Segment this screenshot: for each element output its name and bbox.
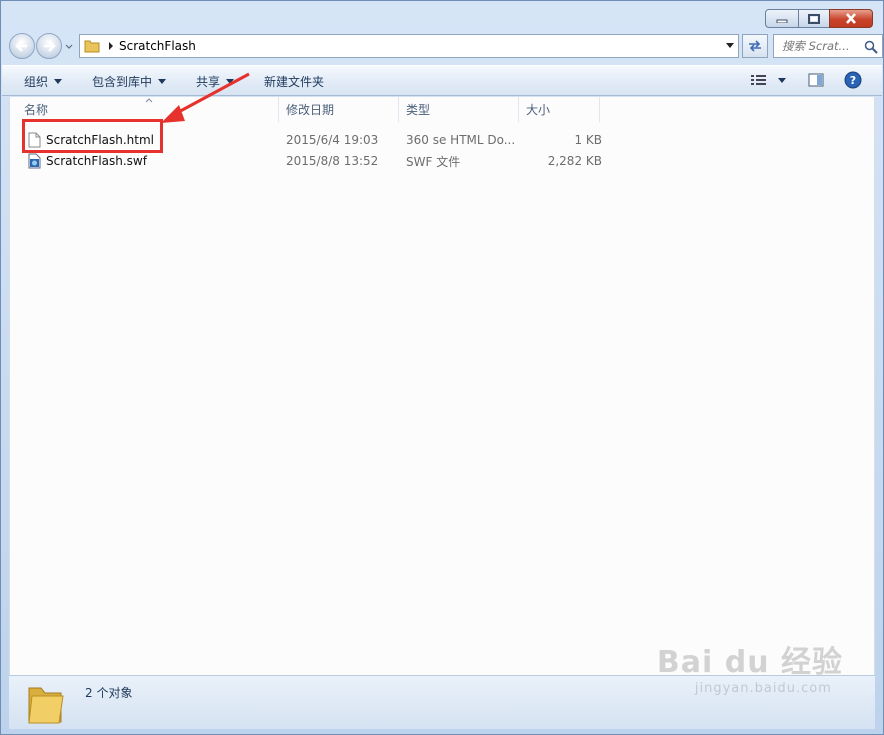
search-box[interactable]: [773, 34, 883, 58]
chevron-down-icon: [54, 79, 63, 84]
back-arrow-icon: [15, 40, 27, 52]
close-button[interactable]: [829, 9, 873, 28]
column-header-date-label: 修改日期: [286, 103, 335, 117]
minimize-button[interactable]: [765, 9, 799, 28]
file-row[interactable]: ScratchFlash.swf 2015/8/8 13:52 SWF 文件 2…: [10, 151, 610, 171]
recent-pages-dropdown[interactable]: [64, 41, 74, 51]
search-input[interactable]: [782, 39, 862, 53]
help-icon[interactable]: ?: [844, 71, 862, 89]
svg-text:?: ?: [850, 74, 856, 87]
file-list-view: 名称 修改日期 类型 大小 ScratchFlash.html 2015/6/4…: [9, 97, 875, 675]
file-name[interactable]: ScratchFlash.swf: [46, 154, 147, 168]
forward-button[interactable]: [36, 33, 62, 59]
preview-pane-icon[interactable]: [808, 73, 824, 87]
chevron-down-icon: [65, 44, 73, 49]
new-folder-button[interactable]: 新建文件夹: [264, 73, 324, 90]
column-header-size-label: 大小: [526, 103, 551, 117]
watermark-url: jingyan.baidu.com: [694, 681, 832, 696]
explorer-window: ScratchFlash 组织 包含到库中 共享 新建文件夹: [0, 0, 884, 735]
caption-buttons: [765, 9, 873, 28]
annotation-highlight-box: [22, 119, 163, 153]
maximize-icon: [808, 13, 820, 24]
file-size: 1 KB: [574, 133, 602, 147]
item-count: 2 个对象: [85, 686, 133, 700]
column-header-size[interactable]: 大小: [519, 97, 600, 122]
refresh-button[interactable]: [742, 34, 768, 58]
change-view-icon[interactable]: [750, 73, 768, 87]
close-icon: [846, 13, 856, 24]
back-button[interactable]: [9, 33, 35, 59]
command-toolbar: 组织 包含到库中 共享 新建文件夹 ?: [2, 65, 882, 96]
watermark: Bai du 经验 jingyan.baidu.com: [657, 637, 843, 696]
view-dropdown-icon[interactable]: [778, 77, 786, 83]
organize-menu[interactable]: 组织: [24, 73, 63, 90]
address-bar[interactable]: ScratchFlash: [79, 34, 739, 58]
maximize-button[interactable]: [798, 9, 830, 28]
file-type: 360 se HTML Do...: [406, 133, 516, 147]
breadcrumb-scratchflash[interactable]: ScratchFlash: [119, 39, 196, 53]
file-type: SWF 文件: [406, 154, 461, 169]
column-header-type-label: 类型: [406, 103, 431, 117]
folder-icon: [28, 687, 64, 724]
include-in-library-label: 包含到库中: [92, 75, 153, 89]
address-dropdown-icon[interactable]: [726, 43, 734, 49]
minimize-icon: [776, 19, 788, 23]
column-header-name-label: 名称: [24, 103, 49, 117]
navigation-row: ScratchFlash: [9, 33, 883, 59]
organize-label: 组织: [24, 75, 49, 89]
search-icon[interactable]: [864, 40, 878, 54]
forward-arrow-icon: [44, 40, 56, 52]
swf-file-icon: [28, 153, 41, 169]
watermark-brand: Bai du 经验: [656, 645, 843, 680]
refresh-icon: [749, 40, 761, 52]
new-folder-label: 新建文件夹: [264, 75, 325, 89]
column-header-type[interactable]: 类型: [399, 97, 519, 122]
file-date: 2015/8/8 13:52: [286, 154, 379, 168]
breadcrumb-arrow-icon[interactable]: [108, 42, 114, 50]
file-size: 2,282 KB: [547, 154, 602, 168]
file-date: 2015/6/4 19:03: [286, 133, 379, 147]
annotation-arrow: [161, 72, 250, 123]
view-controls: ?: [750, 71, 862, 89]
folder-icon: [84, 40, 100, 53]
column-header-date[interactable]: 修改日期: [279, 97, 399, 122]
